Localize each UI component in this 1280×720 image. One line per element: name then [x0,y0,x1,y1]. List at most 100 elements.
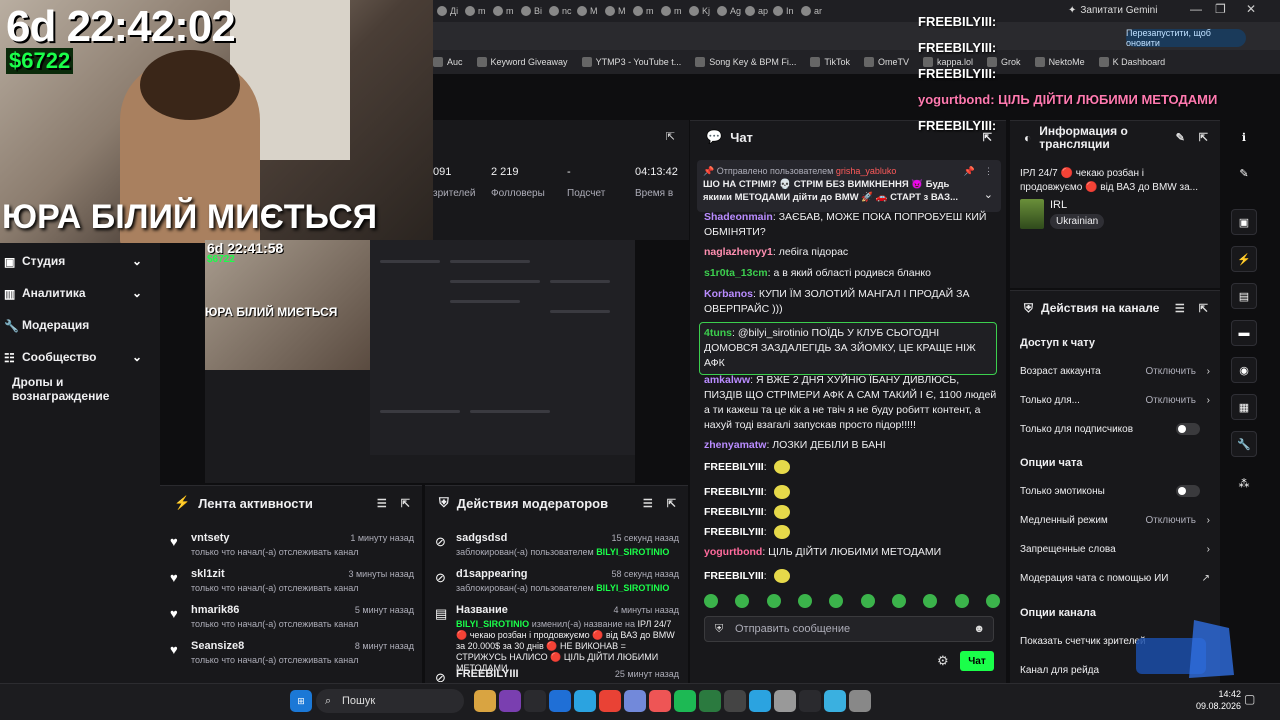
bookmark-item[interactable]: Song Key & BPM Fi... [695,57,796,67]
info-icon[interactable]: ℹ [1231,124,1257,150]
sidebar-item-moderation[interactable]: 🔧 Модерация [0,311,160,339]
taskbar-app-icon[interactable] [774,690,796,712]
chat-username[interactable]: amkalww [704,374,750,386]
browser-tab[interactable]: Bi [521,2,547,20]
taskbar-app-icon[interactable] [799,690,821,712]
chat-send-button[interactable]: Чат [960,651,994,671]
mod-action-item[interactable]: ⊘ sadgsdsd заблокирован(-а) пользователем … [435,532,679,568]
browser-tab[interactable]: Дi [437,2,463,20]
bookmark-item[interactable]: K Dashboard [1098,57,1165,67]
taskbar-app-icon[interactable] [574,690,596,712]
restart-to-update-button[interactable]: Перезапустити, щоб оновити [1126,28,1246,48]
chat-username[interactable]: s1r0ta_13cm [704,267,768,279]
edit-icon[interactable]: ✎ [1176,132,1185,145]
activity-item[interactable]: ♥ Seansize8 только что начал(-а) отслежива… [170,640,414,676]
emote-icon[interactable] [923,594,938,608]
mod-action-item[interactable]: ⊘ d1sappearing заблокирован(-а) пользовате… [435,568,679,604]
browser-tab[interactable]: m [661,2,687,20]
emote-icon[interactable] [860,594,875,608]
chat-message[interactable]: FREEBILYIII: [704,505,1000,520]
taskbar-app-icon[interactable] [674,690,696,712]
taskbar-app-icon[interactable] [649,690,671,712]
taskbar-app-icon[interactable] [824,690,846,712]
subs-only-toggle[interactable] [1176,423,1200,435]
taskbar-app-icon[interactable] [724,690,746,712]
more-icon[interactable]: ⋮ [984,164,993,178]
wrench-icon[interactable]: 🔧 [1231,431,1257,457]
chat-username[interactable]: zhenyamatw [704,439,766,451]
chat-username[interactable]: FREEBILYIII [704,486,764,498]
category-label[interactable]: IRL [1050,199,1067,211]
popout-icon[interactable]: ⇱ [666,130,675,143]
bookmark-item[interactable]: Keyword Giveaway [476,57,568,67]
sidebar-item-analytics[interactable]: ▥ Аналитика ⌄ [0,279,160,307]
popout-icon[interactable]: ⇱ [1199,302,1208,315]
chat-icon[interactable]: ▬ [1231,320,1257,346]
start-menu-icon[interactable]: ⊞ [290,690,312,712]
taskbar-search[interactable]: ⌕ Пошук [316,689,464,713]
chat-message[interactable]: amkalww: Я ВЖЕ 2 ДНЯ ХУЙНЮ ЇБАНУ ДИВЛЮСЬ… [704,373,1000,433]
emote-icon[interactable] [735,594,750,608]
chat-message[interactable]: yogurtbond: ЦІЛЬ ДІЙТИ ЛЮБИМИ МЕТОДАМИ [704,545,1000,560]
subs-only-row[interactable]: Только для подписчиков [1020,419,1210,439]
popout-icon[interactable]: ⇱ [401,497,410,510]
chat-username[interactable]: FREEBILYIII [704,461,764,473]
bookmark-item[interactable]: NektoMe [1034,57,1085,67]
popout-icon[interactable]: ⇱ [1199,132,1208,145]
browser-tab[interactable]: M [577,2,603,20]
chat-username[interactable]: Shadeonmain [704,211,773,223]
chat-message[interactable]: 4tuns: @bilyi_sirotinio ПОЇДЬ У КЛУБ СЬО… [699,322,997,375]
taskbar-app-icon[interactable] [749,690,771,712]
chat-message[interactable]: FREEBILYIII: [704,525,1000,540]
chat-message[interactable]: Shadeonmain: ЗАЄБАВ, МОЖЕ ПОКА ПОПРОБУЕШ… [704,210,1000,240]
chevron-down-icon[interactable]: ⌄ [984,188,993,202]
browser-tab[interactable]: ar [801,2,827,20]
taskbar-app-icon[interactable] [599,690,621,712]
emote-icon[interactable] [829,594,844,608]
system-clock[interactable]: 14:42 09.08.2026 [1196,688,1241,712]
browser-tab[interactable]: Ag [717,2,743,20]
chat-message[interactable]: zhenyamatw: ЛОЗКИ ДЕБІЛИ В БАНІ [704,438,1000,453]
chat-settings-icon[interactable]: ⚙ [937,653,949,669]
gemini-button[interactable]: ✦ Запитати Gemini [1068,2,1164,18]
filter-icon[interactable]: ☰ [377,497,387,510]
activity-item[interactable]: ♥ hmarik86 только что начал(-а) отслеживат… [170,604,414,640]
bookmark-item[interactable]: Auc [433,57,463,67]
activity-item[interactable]: ♥ skl1zit только что начал(-а) отслеживать… [170,568,414,604]
chat-message[interactable]: FREEBILYIII: [704,460,1000,475]
browser-tab[interactable]: M [605,2,631,20]
emote-icon[interactable] [891,594,906,608]
broadcast-icon[interactable]: ◉ [1231,357,1257,383]
browser-tab[interactable]: m [633,2,659,20]
taskbar-app-icon[interactable] [849,690,871,712]
browser-tab[interactable]: Kj [689,2,715,20]
emote-icon[interactable] [704,594,718,608]
chat-username[interactable]: yogurtbond [704,546,762,558]
chat-username[interactable]: FREEBILYIII [704,506,764,518]
browser-tab[interactable]: nc [549,2,575,20]
emoji-icon[interactable]: ☻ [973,623,985,635]
chat-message[interactable]: naglazhenyy1: лебіга підорас [704,245,1000,260]
browser-tab[interactable]: In [773,2,799,20]
emotes-only-row[interactable]: Только эмотиконы [1020,481,1210,501]
chat-message[interactable]: Korbanos: КУПИ ЇМ ЗОЛОТИЙ МАНГАЛ І ПРОДА… [704,287,1000,317]
mod-action-item[interactable]: ⊘ FREEBILYIII 25 минут назад [435,668,679,682]
browser-tab[interactable]: m [465,2,491,20]
pinned-message[interactable]: 📌 Отправлено пользователем grisha_yabluk… [697,160,1001,212]
document-icon[interactable]: ▤ [1231,283,1257,309]
browser-tab[interactable]: ap [745,2,771,20]
bookmark-item[interactable]: OmeTV [864,57,909,67]
only-for-row[interactable]: Только для... Отключить › [1020,390,1210,410]
chat-username[interactable]: FREEBILYIII [704,570,764,582]
activity-item[interactable]: ♥ vntsety только что начал(-а) отслеживать… [170,532,414,568]
sidebar-item-studio[interactable]: ▣ Студия ⌄ [0,247,160,275]
bolt-icon[interactable]: ⚡ [1231,246,1257,272]
taskbar-app-icon[interactable] [699,690,721,712]
taskbar-app-icon[interactable] [624,690,646,712]
ai-moderation-row[interactable]: Модерация чата с помощью ИИ ↗ [1020,568,1210,588]
taskbar-app-icon[interactable] [549,690,571,712]
close-button[interactable]: ✕ [1246,2,1256,16]
sidebar-item-drops[interactable]: Дропы и вознаграждение [0,375,160,403]
chat-username[interactable]: naglazhenyy1 [704,246,773,258]
filter-icon[interactable]: ☰ [1175,302,1185,315]
